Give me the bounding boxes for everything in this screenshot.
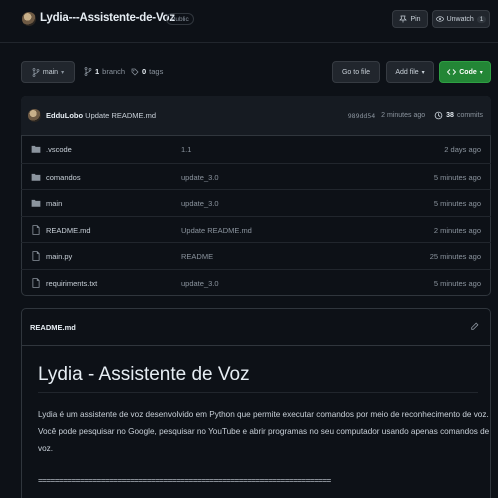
tags-link[interactable]: 0 tags bbox=[131, 67, 163, 76]
file-name[interactable]: main bbox=[46, 199, 62, 208]
file-row[interactable]: requiriments.txt update_3.0 5 minutes ago bbox=[21, 269, 491, 296]
folder-icon bbox=[31, 144, 41, 154]
commit-time: 2 minutes ago bbox=[381, 112, 426, 119]
commits-label[interactable]: commits bbox=[457, 112, 483, 119]
watch-count: 1 bbox=[476, 15, 487, 23]
file-icon bbox=[31, 251, 41, 262]
file-row[interactable]: main.py README 25 minutes ago bbox=[21, 242, 491, 269]
owner-avatar[interactable] bbox=[22, 12, 36, 26]
branch-icon bbox=[32, 67, 40, 77]
tag-icon bbox=[131, 68, 139, 76]
file-row[interactable]: README.md Update README.md 2 minutes ago bbox=[21, 215, 491, 243]
unwatch-button[interactable]: Unwatch 1 bbox=[432, 10, 490, 28]
folder-icon bbox=[31, 172, 41, 182]
branches-label: branch bbox=[102, 67, 126, 76]
chevron-down-icon: ▾ bbox=[61, 69, 65, 76]
file-commit-message[interactable]: update_3.0 bbox=[181, 173, 219, 182]
add-file-chevron-icon: ▾ bbox=[421, 69, 425, 76]
commit-meta: 989dd54 2 minutes ago 38 commits bbox=[348, 111, 483, 120]
file-row[interactable]: comandos update_3.0 5 minutes ago bbox=[21, 162, 491, 190]
history-icon bbox=[434, 111, 443, 120]
code-label: Code bbox=[459, 68, 477, 76]
add-file-label: Add file bbox=[395, 68, 419, 76]
readme-heading: Lydia - Assistente de Voz bbox=[38, 364, 250, 385]
readme-header: README.md bbox=[21, 308, 491, 346]
commit-author[interactable]: EdduLobo bbox=[46, 111, 83, 120]
edit-pencil-icon[interactable] bbox=[470, 322, 479, 331]
commit-summary: EdduLobo Update README.md bbox=[46, 111, 156, 120]
readme-paragraph: Lydia é um assistente de voz desenvolvid… bbox=[38, 410, 490, 453]
tags-count: 0 bbox=[142, 67, 147, 76]
file-commit-time: 5 minutes ago bbox=[433, 279, 481, 288]
branches-count: 1 bbox=[95, 67, 100, 76]
file-commit-message[interactable]: update_3.0 bbox=[181, 199, 219, 208]
file-name[interactable]: README.md bbox=[46, 226, 91, 235]
branch-count-icon bbox=[84, 67, 92, 76]
commits-count[interactable]: 38 bbox=[446, 112, 454, 119]
readme-filename: README.md bbox=[30, 323, 76, 332]
go-to-file-button[interactable]: Go to file bbox=[332, 61, 380, 83]
code-button[interactable]: Code ▾ bbox=[439, 61, 491, 83]
file-row[interactable]: .vscode 1.1 2 days ago bbox=[21, 136, 491, 163]
file-name[interactable]: requiriments.txt bbox=[46, 279, 97, 288]
latest-commit-bar: EdduLobo Update README.md 989dd54 2 minu… bbox=[21, 96, 491, 136]
repo-header: Lydia---Assistente-de-Voz Public Pin Unw… bbox=[0, 0, 498, 42]
file-name[interactable]: comandos bbox=[46, 173, 81, 182]
branch-name: main bbox=[42, 68, 59, 76]
branches-link[interactable]: 1 branch bbox=[84, 67, 125, 76]
tags-label: tags bbox=[149, 67, 164, 76]
header-divider bbox=[0, 42, 498, 43]
pin-label: Pin bbox=[410, 15, 421, 23]
commit-hash[interactable]: 989dd54 bbox=[348, 112, 375, 120]
commit-message[interactable]: Update README.md bbox=[85, 111, 156, 120]
file-row[interactable]: main update_3.0 5 minutes ago bbox=[21, 189, 491, 216]
eye-icon bbox=[435, 16, 444, 22]
branch-select[interactable]: main ▾ bbox=[21, 61, 75, 83]
file-commit-time: 5 minutes ago bbox=[433, 199, 481, 209]
file-commit-time: 2 days ago bbox=[444, 145, 481, 154]
file-icon bbox=[31, 225, 41, 235]
heading-underline bbox=[38, 392, 478, 393]
pin-button[interactable]: Pin bbox=[392, 10, 428, 28]
file-commit-time: 2 minutes ago bbox=[433, 225, 481, 235]
repo-name[interactable]: Lydia---Assistente-de-Voz bbox=[40, 12, 175, 24]
code-icon bbox=[447, 69, 457, 75]
visibility-badge: Public bbox=[166, 13, 194, 25]
file-commit-message[interactable]: update_3.0 bbox=[181, 279, 219, 288]
file-commit-message[interactable]: README bbox=[181, 252, 213, 261]
file-name[interactable]: main.py bbox=[46, 252, 72, 261]
code-chevron-icon: ▾ bbox=[479, 69, 483, 76]
file-commit-message[interactable]: 1.1 bbox=[181, 145, 191, 154]
unwatch-label: Unwatch bbox=[446, 15, 474, 23]
add-file-button[interactable]: Add file ▾ bbox=[386, 61, 434, 83]
file-icon bbox=[31, 278, 41, 288]
commit-author-avatar[interactable] bbox=[28, 109, 41, 122]
pin-icon bbox=[399, 15, 408, 23]
file-commit-time: 25 minutes ago bbox=[429, 252, 481, 262]
file-commit-time: 5 minutes ago bbox=[433, 172, 481, 182]
folder-icon bbox=[31, 198, 41, 208]
readme-rule-text: ========================================… bbox=[38, 476, 331, 485]
file-name[interactable]: .vscode bbox=[46, 145, 72, 154]
file-commit-message[interactable]: Update README.md bbox=[181, 226, 252, 235]
